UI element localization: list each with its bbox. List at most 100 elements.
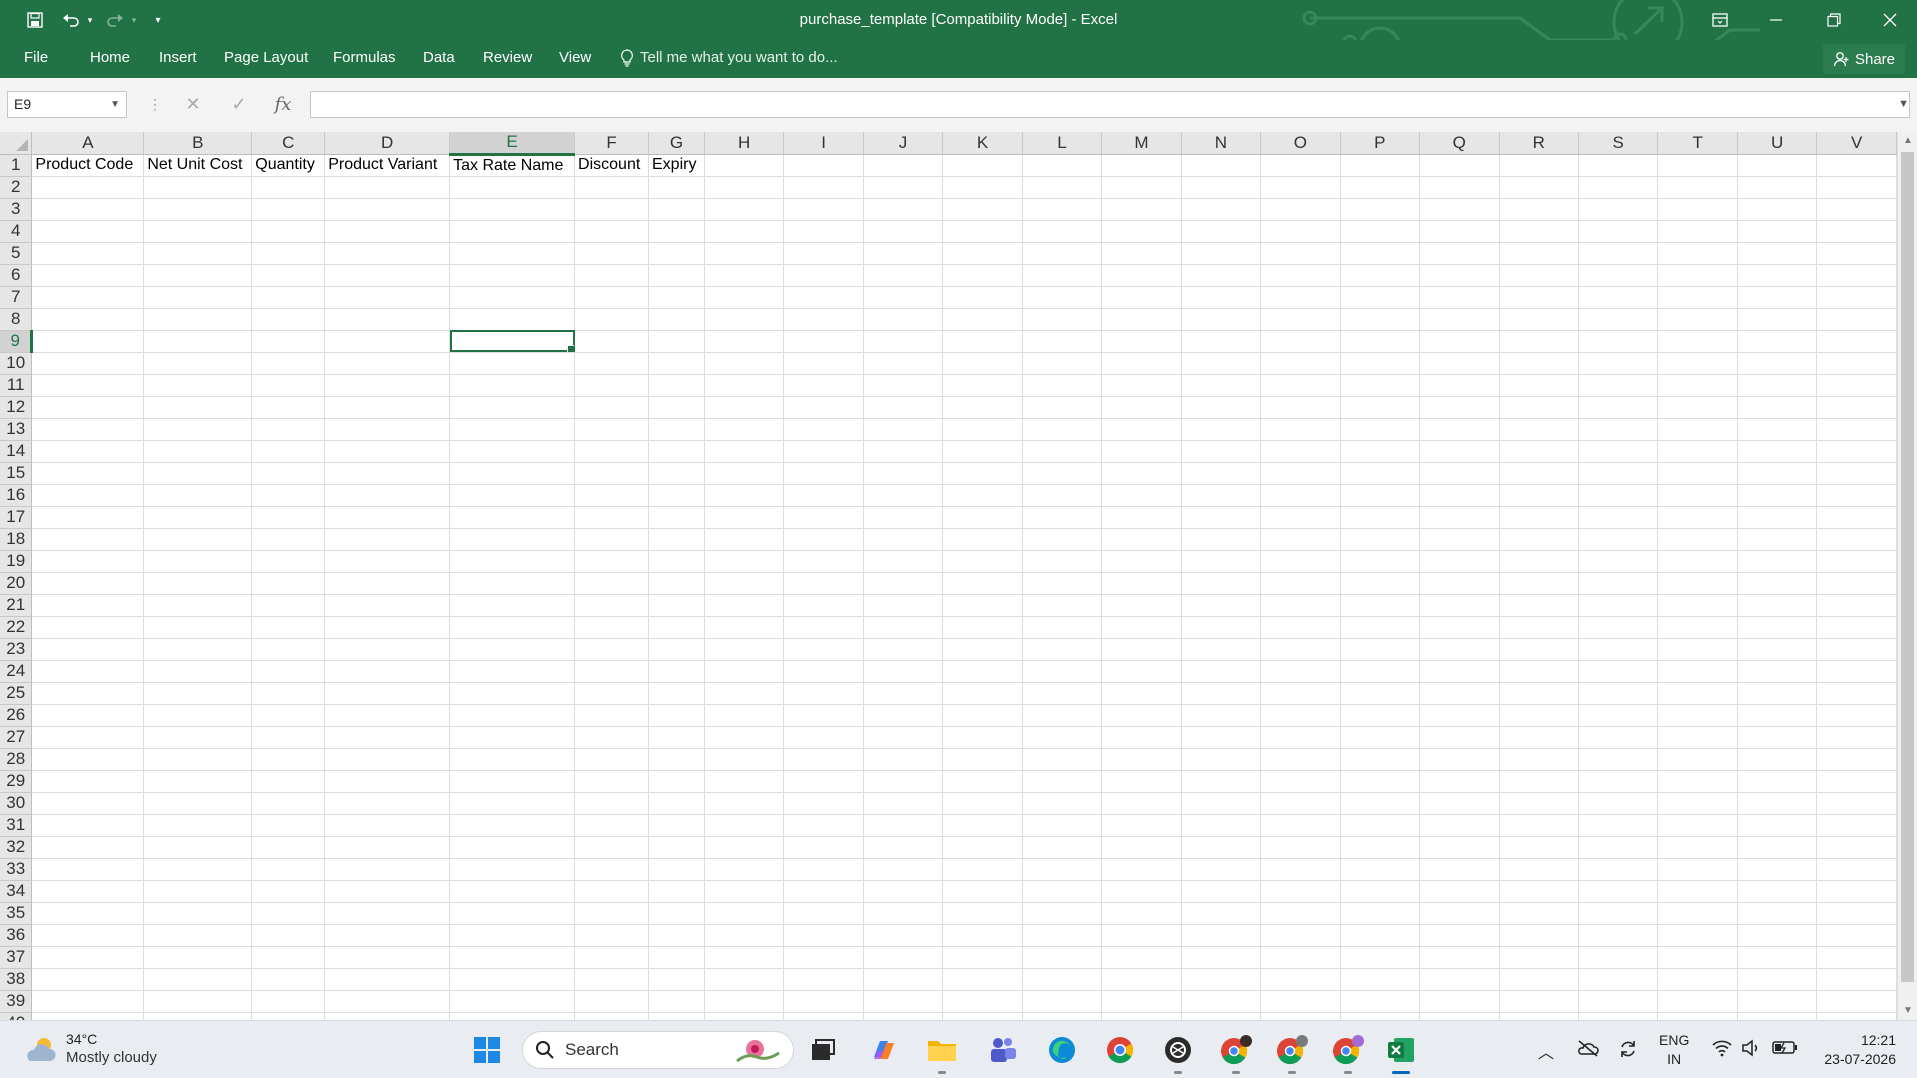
cell-h16[interactable]: [704, 484, 785, 507]
row-header[interactable]: 40: [0, 1012, 33, 1020]
cell-e11[interactable]: [449, 374, 576, 397]
cell-p10[interactable]: [1340, 352, 1421, 375]
cell-i38[interactable]: [783, 968, 864, 991]
cell-b24[interactable]: [143, 660, 253, 683]
cell-k15[interactable]: [942, 462, 1023, 485]
cell-l38[interactable]: [1022, 968, 1103, 991]
cell-c24[interactable]: [251, 660, 326, 683]
cell-q5[interactable]: [1419, 242, 1500, 265]
cell-t40[interactable]: [1657, 1012, 1738, 1020]
cell-q31[interactable]: [1419, 814, 1500, 837]
cell-t7[interactable]: [1657, 286, 1738, 309]
cell-a17[interactable]: [31, 506, 145, 529]
cell-i35[interactable]: [783, 902, 864, 925]
cell-n36[interactable]: [1181, 924, 1262, 947]
cell-f14[interactable]: [574, 440, 649, 463]
cell-a7[interactable]: [31, 286, 145, 309]
cell-p34[interactable]: [1340, 880, 1421, 903]
cell-i28[interactable]: [783, 748, 864, 771]
cell-r24[interactable]: [1499, 660, 1579, 683]
cell-v37[interactable]: [1816, 946, 1897, 969]
cell-n40[interactable]: [1181, 1012, 1262, 1020]
cell-v13[interactable]: [1816, 418, 1897, 441]
cell-k1[interactable]: [942, 154, 1023, 177]
cell-d29[interactable]: [324, 770, 451, 793]
cell-c9[interactable]: [251, 330, 326, 353]
ribbon-display-options-icon[interactable]: [1692, 0, 1748, 40]
cell-u36[interactable]: [1737, 924, 1818, 947]
cell-a21[interactable]: [31, 594, 145, 617]
cell-o20[interactable]: [1260, 572, 1341, 595]
cell-o31[interactable]: [1260, 814, 1341, 837]
cell-j29[interactable]: [863, 770, 944, 793]
cell-d5[interactable]: [324, 242, 451, 265]
windows-start-icon[interactable]: [470, 1033, 504, 1067]
cell-g24[interactable]: [648, 660, 705, 683]
expand-formula-bar-icon[interactable]: ▼: [1898, 98, 1909, 110]
cell-d8[interactable]: [324, 308, 451, 331]
cell-m36[interactable]: [1101, 924, 1182, 947]
cell-i39[interactable]: [783, 990, 864, 1013]
cell-n33[interactable]: [1181, 858, 1262, 881]
row-header[interactable]: 16: [0, 484, 33, 507]
cell-u13[interactable]: [1737, 418, 1818, 441]
cell-n11[interactable]: [1181, 374, 1262, 397]
cell-j34[interactable]: [863, 880, 944, 903]
cell-k27[interactable]: [942, 726, 1023, 749]
onedrive-offline-icon[interactable]: [1577, 1039, 1599, 1062]
cell-n7[interactable]: [1181, 286, 1262, 309]
cell-q2[interactable]: [1419, 176, 1500, 199]
cell-e40[interactable]: [449, 1012, 576, 1020]
cell-g19[interactable]: [648, 550, 705, 573]
cell-h4[interactable]: [704, 220, 785, 243]
cell-a16[interactable]: [31, 484, 145, 507]
cell-i5[interactable]: [783, 242, 864, 265]
cell-r40[interactable]: [1499, 1012, 1579, 1020]
cell-v10[interactable]: [1816, 352, 1897, 375]
tab-page-layout[interactable]: Page Layout: [220, 46, 312, 70]
cell-v21[interactable]: [1816, 594, 1897, 617]
cell-t38[interactable]: [1657, 968, 1738, 991]
cell-k30[interactable]: [942, 792, 1023, 815]
cell-o24[interactable]: [1260, 660, 1341, 683]
row-header[interactable]: 24: [0, 660, 33, 683]
cell-q40[interactable]: [1419, 1012, 1500, 1020]
cell-k19[interactable]: [942, 550, 1023, 573]
cell-n30[interactable]: [1181, 792, 1262, 815]
row-header[interactable]: 35: [0, 902, 33, 925]
cell-b4[interactable]: [143, 220, 253, 243]
cell-p8[interactable]: [1340, 308, 1421, 331]
cell-a18[interactable]: [31, 528, 145, 551]
cell-a9[interactable]: [31, 330, 145, 353]
cell-n22[interactable]: [1181, 616, 1262, 639]
cell-h20[interactable]: [704, 572, 785, 595]
cell-q38[interactable]: [1419, 968, 1500, 991]
cell-v25[interactable]: [1816, 682, 1897, 705]
cell-j35[interactable]: [863, 902, 944, 925]
cell-f26[interactable]: [574, 704, 649, 727]
cell-g25[interactable]: [648, 682, 705, 705]
cell-i31[interactable]: [783, 814, 864, 837]
cell-d17[interactable]: [324, 506, 451, 529]
cell-g35[interactable]: [648, 902, 705, 925]
cell-e26[interactable]: [449, 704, 576, 727]
cell-l14[interactable]: [1022, 440, 1103, 463]
cell-l32[interactable]: [1022, 836, 1103, 859]
active-cell[interactable]: [449, 330, 576, 353]
row-header[interactable]: 19: [0, 550, 33, 573]
cell-b16[interactable]: [143, 484, 253, 507]
cell-i1[interactable]: [783, 154, 864, 177]
task-view-icon[interactable]: [806, 1033, 840, 1067]
cell-u25[interactable]: [1737, 682, 1818, 705]
cell-r9[interactable]: [1499, 330, 1579, 353]
cell-v6[interactable]: [1816, 264, 1897, 287]
cell-j21[interactable]: [863, 594, 944, 617]
cell-r21[interactable]: [1499, 594, 1579, 617]
cell-a11[interactable]: [31, 374, 145, 397]
cell-u33[interactable]: [1737, 858, 1818, 881]
chevron-down-icon[interactable]: ▼: [110, 92, 120, 117]
cell-f30[interactable]: [574, 792, 649, 815]
cell-p37[interactable]: [1340, 946, 1421, 969]
cell-u17[interactable]: [1737, 506, 1818, 529]
cell-u2[interactable]: [1737, 176, 1818, 199]
